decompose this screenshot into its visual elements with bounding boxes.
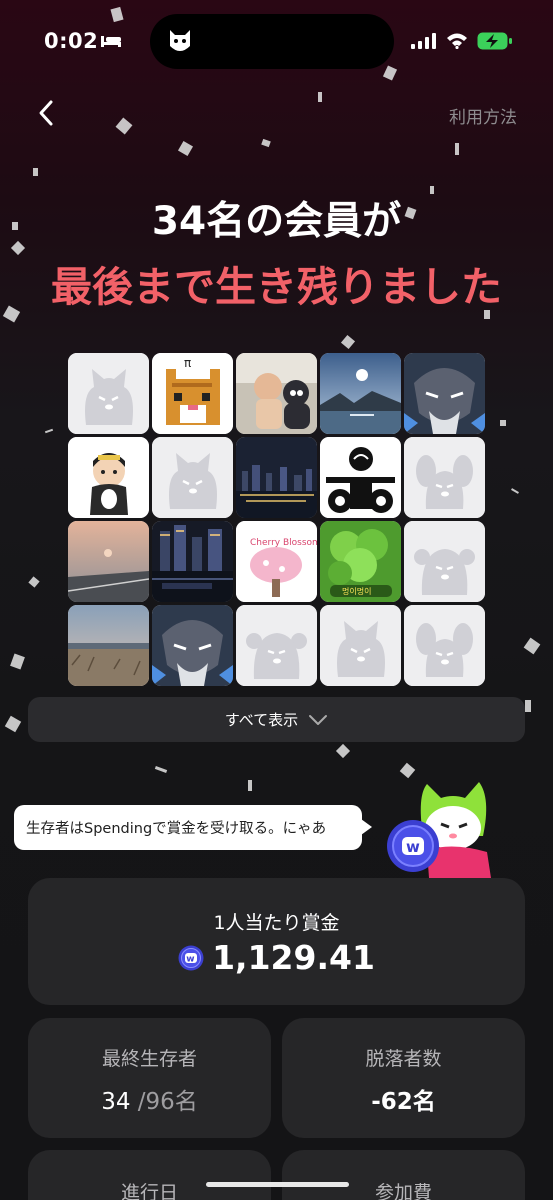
sleep-bed-icon xyxy=(101,36,121,47)
cat-mascot-icon: w xyxy=(387,782,491,878)
svg-text:w: w xyxy=(406,838,420,856)
app-activity-icon xyxy=(170,30,190,51)
avatar[interactable] xyxy=(236,353,317,434)
dropouts-value: -62名 xyxy=(371,1089,436,1115)
confetti xyxy=(455,143,459,155)
survivors-value-row: 34 /96名 xyxy=(28,1082,271,1116)
home-indicator[interactable] xyxy=(206,1182,349,1187)
confetti xyxy=(115,117,133,135)
chevron-down-icon xyxy=(309,714,328,725)
confetti xyxy=(511,488,519,494)
confetti xyxy=(335,743,351,759)
status-time: 0:02 xyxy=(44,29,99,53)
pi-label: π xyxy=(184,356,191,370)
avatar[interactable] xyxy=(68,521,149,602)
avatar[interactable] xyxy=(68,605,149,686)
survivors-total: /96名 xyxy=(137,1089,198,1115)
dropouts-card: 脱落者数 -62名 xyxy=(282,1018,525,1138)
avatar[interactable] xyxy=(152,437,233,518)
avatar[interactable] xyxy=(320,353,401,434)
prize-row: w 1,129.41 xyxy=(28,938,525,977)
avatar[interactable] xyxy=(404,521,485,602)
cellular-signal-icon xyxy=(411,33,436,49)
avatar[interactable] xyxy=(236,437,317,518)
prize-label: 1人当たり賞金 xyxy=(213,912,340,934)
avatar[interactable] xyxy=(68,437,149,518)
battery-charging-icon xyxy=(477,32,512,50)
cherry-blossom-label: Cherry Blossom xyxy=(250,538,317,548)
confetti xyxy=(340,334,356,350)
confetti xyxy=(4,715,22,733)
svg-text:w: w xyxy=(186,954,194,964)
avatar[interactable] xyxy=(68,353,149,434)
avatar[interactable] xyxy=(320,605,401,686)
avatar[interactable] xyxy=(404,605,485,686)
avatar[interactable]: 멍이멍이 xyxy=(320,521,401,602)
result-title: 34名の会員が xyxy=(151,199,402,244)
show-all-button[interactable]: すべて表示 xyxy=(28,697,525,742)
wifi-icon xyxy=(447,33,467,49)
confetti xyxy=(500,420,506,426)
avatar[interactable] xyxy=(404,353,485,434)
speech-text: 生存者はSpendingで賞金を受け取る。にゃあ xyxy=(26,821,327,837)
confetti xyxy=(154,766,168,773)
confetti xyxy=(28,576,40,588)
result-subtitle: 最後まで生き残りました xyxy=(51,263,502,311)
prize-card: 1人当たり賞金 w 1,129.41 xyxy=(28,878,525,1005)
dropouts-label: 脱落者数 xyxy=(365,1048,442,1070)
confetti xyxy=(10,653,25,670)
mascot-speech-bubble: 生存者はSpendingで賞金を受け取る。にゃあ xyxy=(14,805,372,850)
avatar[interactable] xyxy=(320,437,401,518)
survivors-label: 最終生存者 xyxy=(101,1048,197,1070)
clover-label: 멍이멍이 xyxy=(342,586,371,596)
days-card: 進行日 xyxy=(28,1150,271,1200)
help-link[interactable]: 利用方法 xyxy=(449,103,517,128)
confetti xyxy=(523,637,541,655)
avatar[interactable]: Cherry Blossom xyxy=(236,521,317,602)
prize-value: 1,129.41 xyxy=(212,938,375,977)
avatar[interactable] xyxy=(152,605,233,686)
confetti xyxy=(177,140,194,157)
survivor-avatar-grid: π Cherry Blossom 멍이멍이 xyxy=(68,353,486,686)
confetti xyxy=(44,428,54,434)
status-bar: 0:02 xyxy=(0,0,553,80)
confetti xyxy=(525,700,531,712)
confetti xyxy=(33,168,38,176)
confetti xyxy=(248,780,252,791)
avatar[interactable] xyxy=(404,437,485,518)
avatar[interactable] xyxy=(152,521,233,602)
survivors-card: 最終生存者 34 /96名 xyxy=(28,1018,271,1138)
show-all-label: すべて表示 xyxy=(224,711,299,729)
w-coin-icon: w xyxy=(178,945,204,970)
confetti xyxy=(261,138,271,148)
dynamic-island xyxy=(150,14,394,69)
avatar[interactable]: π xyxy=(152,353,233,434)
back-button[interactable] xyxy=(30,96,64,130)
survivors-value: 34 xyxy=(101,1089,131,1115)
avatar[interactable] xyxy=(236,605,317,686)
fee-card: 参加費 xyxy=(282,1150,525,1200)
confetti xyxy=(318,92,322,102)
